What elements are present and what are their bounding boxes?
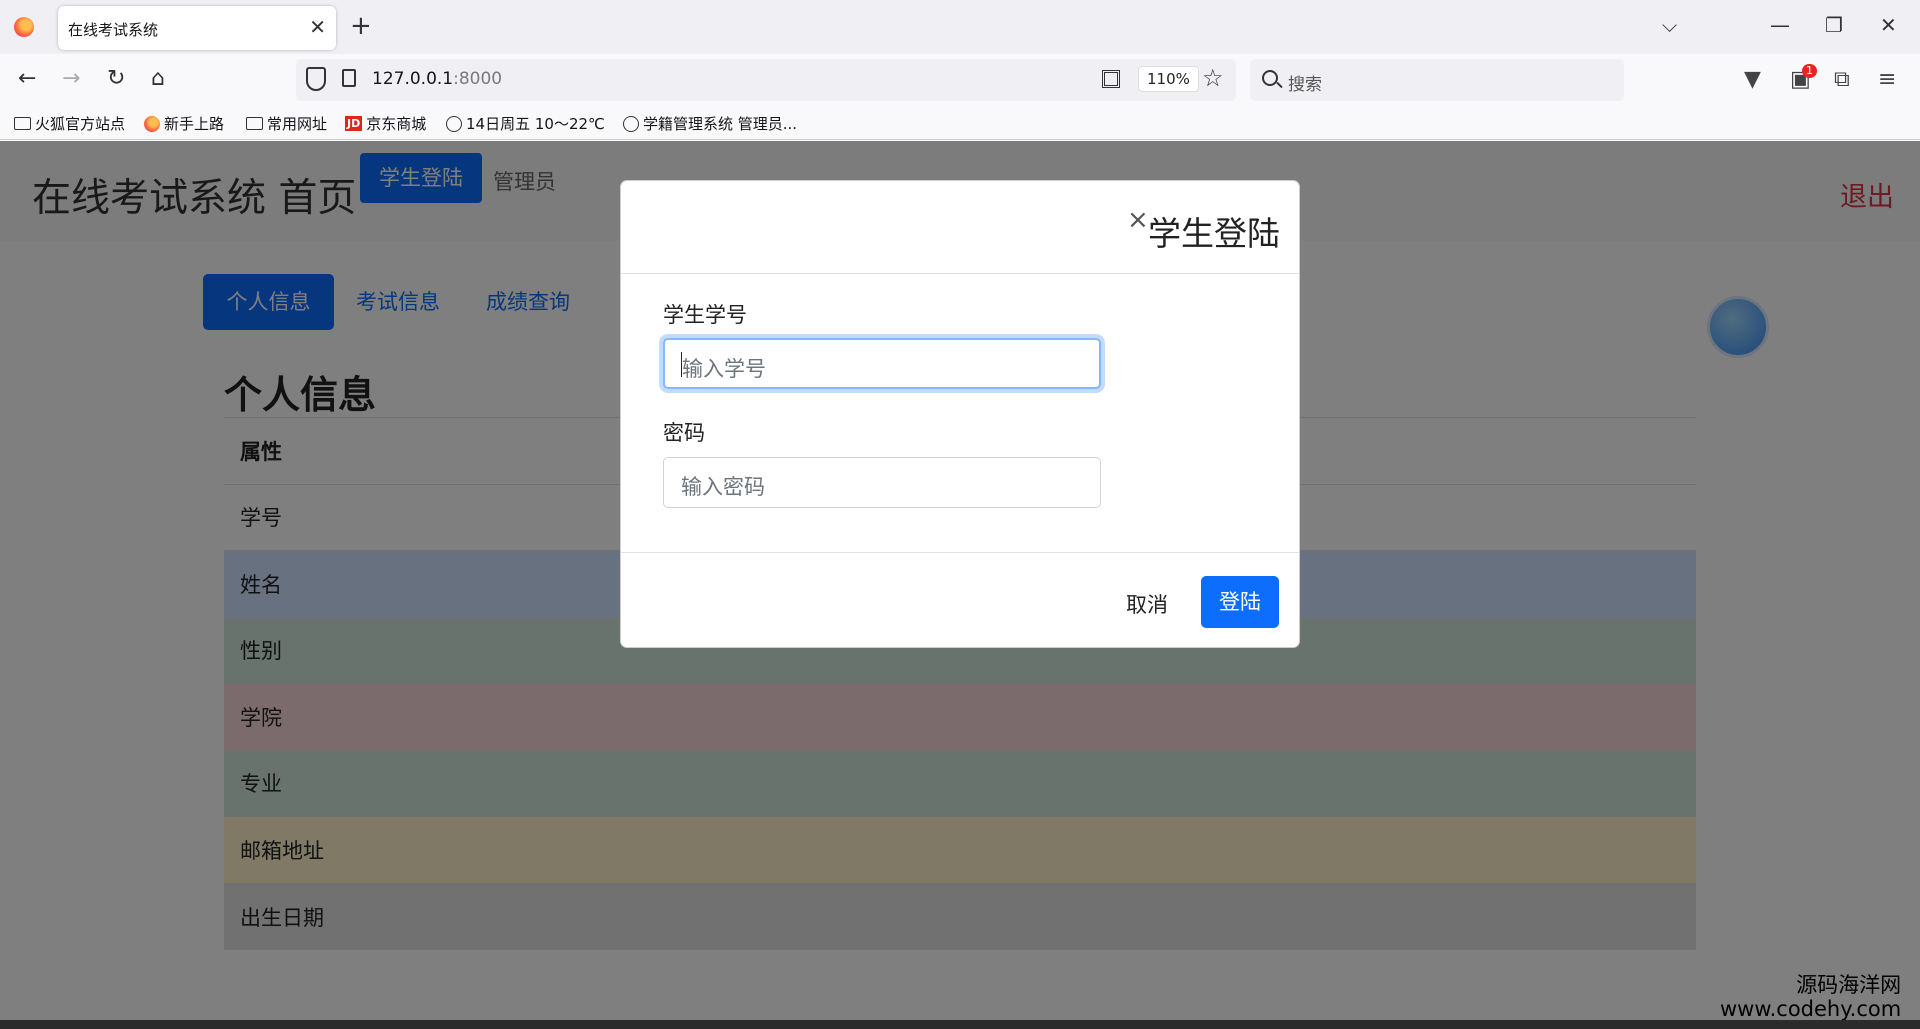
password-input[interactable]: 输入密码 <box>663 457 1101 508</box>
home-icon[interactable]: ⌂ <box>151 66 165 92</box>
browser-tab[interactable]: 在线考试系统 ✕ <box>58 6 336 50</box>
shield-icon[interactable] <box>306 67 326 91</box>
password-label: 密码 <box>663 421 705 445</box>
close-icon[interactable]: × <box>1127 206 1149 234</box>
modal-header: × 学生登陆 <box>621 181 1299 274</box>
firefox-icon[interactable] <box>14 17 34 37</box>
reload-icon[interactable]: ↻ <box>107 66 125 92</box>
folder-icon <box>14 117 31 130</box>
modal-title: 学生登陆 <box>1148 214 1280 253</box>
watermark-name: 源码海洋网 <box>1796 973 1902 997</box>
login-button[interactable]: 登陆 <box>1201 576 1279 628</box>
url-text[interactable]: 127.0.0.1:8000 <box>372 69 502 89</box>
bookmark-item[interactable]: 14日周五 10～22℃ <box>446 113 605 134</box>
extension-badge: 1 <box>1802 64 1817 78</box>
taskbar-edge <box>0 1020 1920 1029</box>
page-info-icon[interactable] <box>342 69 356 87</box>
extensions-puzzle-icon[interactable]: ⧉ <box>1834 68 1850 92</box>
qr-code-icon[interactable] <box>1102 70 1120 88</box>
student-id-placeholder: 输入学号 <box>682 357 766 381</box>
globe-icon <box>623 115 639 132</box>
bookmark-item[interactable]: JD 京东商城 <box>345 113 426 134</box>
tab-close-icon[interactable]: ✕ <box>309 16 326 38</box>
close-window-icon[interactable]: ✕ <box>1880 14 1897 36</box>
site-watermark: 源码海洋网 www.codehy.com <box>1720 973 1901 1021</box>
vpn-extension-icon[interactable]: ▼ <box>1744 68 1761 92</box>
folder-icon <box>246 117 263 130</box>
restore-icon[interactable]: ❐ <box>1825 14 1843 36</box>
globe-icon <box>446 115 462 132</box>
student-login-modal: × 学生登陆 学生学号 输入学号 密码 输入密码 取消 登陆 <box>620 180 1300 648</box>
list-all-tabs-icon[interactable]: ⌵ <box>1662 14 1677 36</box>
bookmark-item[interactable]: 学籍管理系统 管理员... <box>623 113 797 134</box>
bookmark-item[interactable]: 火狐官方站点 <box>14 113 125 134</box>
student-id-label: 学生学号 <box>663 303 747 327</box>
modal-footer: 取消 登陆 <box>621 552 1299 648</box>
cancel-button[interactable]: 取消 <box>1126 589 1168 619</box>
minimize-icon[interactable]: — <box>1770 14 1790 36</box>
browser-tab-bar: 在线考试系统 ✕ + ⌵ — ❐ ✕ <box>0 0 1920 54</box>
bookmark-item[interactable]: 常用网址 <box>246 113 327 134</box>
url-bar[interactable]: 127.0.0.1:8000 110% ☆ <box>296 59 1236 101</box>
search-bar[interactable]: 搜索 <box>1250 59 1624 101</box>
search-icon <box>1262 70 1278 86</box>
jd-icon: JD <box>345 116 363 131</box>
new-tab-button[interactable]: + <box>350 12 372 40</box>
password-placeholder: 输入密码 <box>681 475 765 499</box>
tab-title: 在线考试系统 <box>68 21 159 39</box>
watermark-url: www.codehy.com <box>1720 997 1902 1021</box>
search-placeholder: 搜索 <box>1288 75 1322 95</box>
bookmark-item[interactable]: 新手上路 <box>144 113 224 134</box>
firefox-icon <box>144 115 160 132</box>
back-icon[interactable]: ← <box>18 66 36 92</box>
bookmarks-bar: 火狐官方站点 新手上路 常用网址 JD 京东商城 14日周五 10～22℃ 学籍管… <box>0 106 1920 140</box>
forward-icon[interactable]: → <box>62 66 80 92</box>
menu-icon[interactable]: ≡ <box>1878 68 1896 92</box>
zoom-level[interactable]: 110% <box>1138 66 1199 92</box>
bookmark-star-icon[interactable]: ☆ <box>1202 65 1224 91</box>
student-id-input[interactable]: 输入学号 <box>663 338 1101 389</box>
